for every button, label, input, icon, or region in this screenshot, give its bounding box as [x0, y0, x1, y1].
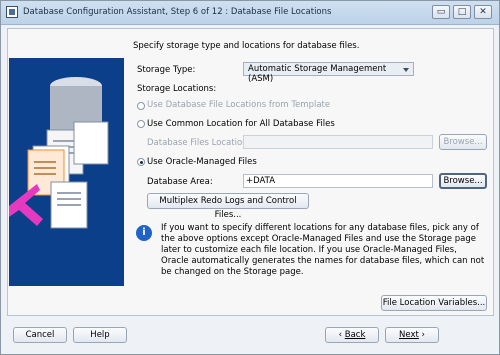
- app-icon: [6, 6, 18, 18]
- multiplex-button[interactable]: Multiplex Redo Logs and Control Files...: [147, 193, 309, 220]
- database-illustration: [9, 58, 124, 286]
- common-location-label: Use Common Location for All Database Fil…: [147, 119, 335, 129]
- maximize-button[interactable]: □: [453, 5, 471, 19]
- database-area-field[interactable]: +DATA: [243, 174, 433, 188]
- oracle-managed-radio[interactable]: [137, 158, 145, 166]
- storage-type-select[interactable]: Automatic Storage Management (ASM): [243, 62, 414, 84]
- storage-locations-label: Storage Locations:: [137, 84, 217, 94]
- bottom-bar: Cancel Help ‹ Back Next ›: [1, 319, 499, 354]
- database-files-location-label: Database Files Location:: [147, 138, 251, 148]
- database-area-value: +DATA: [246, 176, 276, 186]
- chevron-down-icon: [403, 68, 409, 72]
- dbca-window: Database Configuration Assistant, Step 6…: [0, 0, 500, 355]
- browse-disabled-button[interactable]: Browse...: [439, 134, 487, 150]
- window-title: Database Configuration Assistant, Step 6…: [23, 7, 332, 17]
- storage-type-label: Storage Type:: [137, 65, 196, 75]
- database-files-location-field[interactable]: [243, 135, 433, 149]
- template-radio[interactable]: [137, 102, 145, 110]
- back-label: Back: [344, 330, 366, 340]
- database-area-label: Database Area:: [147, 177, 213, 187]
- help-button[interactable]: Help: [73, 327, 127, 343]
- title-bar: Database Configuration Assistant, Step 6…: [1, 1, 499, 25]
- next-button[interactable]: Next ›: [385, 327, 439, 343]
- storage-type-value: Automatic Storage Management (ASM): [248, 64, 387, 84]
- file-location-variables-button[interactable]: File Location Variables...: [381, 295, 487, 311]
- database-files-illustration-icon: [9, 58, 124, 286]
- browse-button[interactable]: Browse...: [439, 173, 487, 189]
- back-button[interactable]: ‹ Back: [325, 327, 379, 343]
- info-text: If you want to specify different locatio…: [161, 223, 485, 277]
- template-option-label: Use Database File Locations from Templat…: [147, 100, 331, 110]
- next-label: Next: [399, 330, 419, 340]
- oracle-managed-label: Use Oracle-Managed Files: [147, 157, 257, 167]
- description-text: Specify storage type and locations for d…: [133, 41, 360, 51]
- info-icon: i: [136, 225, 152, 241]
- cancel-button[interactable]: Cancel: [13, 327, 67, 343]
- next-icon: ›: [418, 330, 425, 340]
- minimize-button[interactable]: ▭: [432, 5, 450, 19]
- common-location-radio[interactable]: [137, 120, 145, 128]
- close-button[interactable]: ✕: [474, 5, 492, 19]
